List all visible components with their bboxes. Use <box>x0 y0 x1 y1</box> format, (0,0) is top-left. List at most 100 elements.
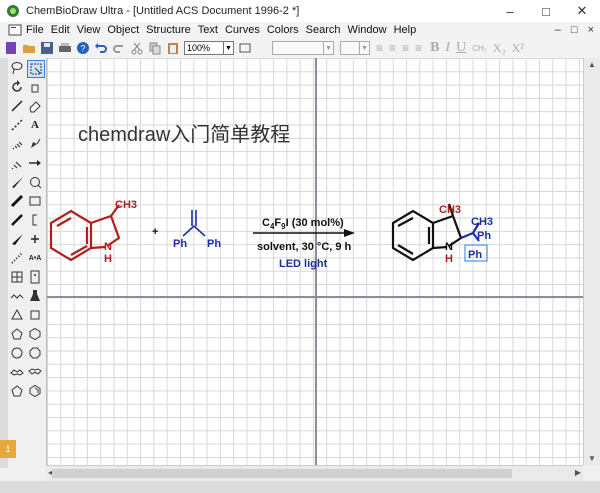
structure-perspective-tool[interactable] <box>27 79 43 95</box>
align-justify-icon[interactable]: ≡ <box>415 41 422 55</box>
benzene-tool[interactable] <box>27 383 43 399</box>
text-tool[interactable]: A <box>27 117 43 133</box>
bond-tool[interactable] <box>9 98 25 114</box>
arrow-tool[interactable] <box>27 155 43 171</box>
pen-tool[interactable] <box>27 136 43 152</box>
template-tool[interactable] <box>27 288 43 304</box>
rotate-tool[interactable] <box>9 79 25 95</box>
cyclobutane-tool[interactable] <box>27 307 43 323</box>
scroll-right-icon[interactable]: ▶ <box>575 468 581 477</box>
chain-tool[interactable] <box>9 288 25 304</box>
taskbar-badge[interactable]: 1 <box>0 440 16 458</box>
table-icon <box>11 271 23 283</box>
menu-text[interactable]: Text <box>198 24 218 36</box>
undo-button[interactable] <box>93 41 108 56</box>
wedge-bond-tool[interactable] <box>9 174 25 190</box>
wavy-bond-tool[interactable] <box>9 212 25 228</box>
scissors-icon <box>131 42 142 55</box>
pentagon-ring-icon <box>11 328 23 340</box>
chair-cyclohexane-tool[interactable] <box>9 364 25 380</box>
reaction-arrow[interactable] <box>253 229 355 237</box>
menu-bar: File Edit View Object Structure Text Cur… <box>0 22 600 38</box>
wedge-tool[interactable] <box>9 231 25 247</box>
italic-button[interactable]: I <box>445 40 450 56</box>
font-size-select[interactable]: ▼ <box>340 41 370 55</box>
align-right-icon[interactable]: ≡ <box>402 41 409 55</box>
copy-button[interactable] <box>147 41 162 56</box>
reaction-scheme[interactable]: CH3 N H + Ph Ph C4F9I (30 mol%) solvent,… <box>47 58 584 465</box>
menu-curves[interactable]: Curves <box>225 24 260 36</box>
eraser-tool[interactable] <box>27 98 43 114</box>
folder-icon <box>22 45 35 53</box>
cyclopentane-tool[interactable] <box>9 326 25 342</box>
reagent-c: C <box>262 217 270 229</box>
save-button[interactable] <box>39 41 54 56</box>
minimize-button[interactable]: – <box>492 0 528 22</box>
redo-button[interactable] <box>111 41 126 56</box>
new-document-button[interactable] <box>3 41 18 56</box>
close-button[interactable]: ✕ <box>564 0 600 22</box>
atom-map-tool[interactable]: A•A <box>27 250 43 266</box>
menu-window[interactable]: Window <box>347 24 386 36</box>
scroll-up-icon[interactable]: ▲ <box>588 60 596 69</box>
cut-button[interactable] <box>129 41 144 56</box>
hand-icon <box>31 84 39 93</box>
hashed-bond-tool[interactable] <box>9 136 25 152</box>
hashed-wedge-tool[interactable] <box>9 155 25 171</box>
bold-bond-tool[interactable] <box>9 193 25 209</box>
menu-colors[interactable]: Colors <box>267 24 299 36</box>
horizontal-scrollbar[interactable]: ◀ ▶ <box>46 465 583 482</box>
subscript-button[interactable]: X₂ <box>493 41 506 56</box>
open-button[interactable] <box>21 41 36 56</box>
zoom-fit-button[interactable] <box>237 41 252 56</box>
document-icon[interactable] <box>8 24 22 36</box>
horizontal-scroll-thumb[interactable] <box>52 469 512 478</box>
doc-minimize-button[interactable]: – <box>555 24 561 36</box>
cyclohexane-tool[interactable] <box>27 326 43 342</box>
lasso-tool[interactable] <box>9 60 25 76</box>
align-left-icon[interactable]: ≡ <box>376 41 383 55</box>
font-select[interactable]: ▼ <box>272 41 334 55</box>
align-center-icon[interactable]: ≡ <box>389 41 396 55</box>
zoom-select[interactable]: 100% ▼ <box>184 41 234 55</box>
query-tool[interactable] <box>9 250 25 266</box>
menu-edit[interactable]: Edit <box>51 24 70 36</box>
chair-cyclohexane-2-tool[interactable] <box>27 364 43 380</box>
doc-close-button[interactable]: × <box>588 24 594 36</box>
chemical-symbols-tool[interactable] <box>27 231 43 247</box>
menu-search[interactable]: Search <box>306 24 341 36</box>
print-button[interactable] <box>57 41 72 56</box>
superscript-button[interactable]: X² <box>512 41 524 56</box>
bold-button[interactable]: B <box>430 40 439 56</box>
product-structure[interactable] <box>391 203 480 262</box>
bracket-tool[interactable] <box>27 212 43 228</box>
hashed-wedge-icon <box>11 161 22 170</box>
drawing-elements-tool[interactable] <box>27 193 43 209</box>
doc-restore-button[interactable]: □ <box>571 24 578 36</box>
cyclopentadiene-tool[interactable] <box>9 383 25 399</box>
vertical-scrollbar[interactable]: ▲ ▼ <box>583 58 600 465</box>
menu-object[interactable]: Object <box>107 24 139 36</box>
cyclopropane-tool[interactable] <box>9 307 25 323</box>
menu-structure[interactable]: Structure <box>146 24 191 36</box>
formula-button[interactable]: CH₂ <box>472 44 487 53</box>
cycloheptane-tool[interactable] <box>9 345 25 361</box>
reactant-diphenylethylene[interactable] <box>182 210 206 237</box>
help-button[interactable]: ? <box>75 41 90 56</box>
scroll-down-icon[interactable]: ▼ <box>588 454 596 463</box>
marquee-tool[interactable] <box>27 60 45 78</box>
chair-alt-icon <box>28 368 42 375</box>
menu-file[interactable]: File <box>26 24 44 36</box>
menu-view[interactable]: View <box>77 24 101 36</box>
tlc-tool[interactable] <box>27 269 43 285</box>
table-tool[interactable] <box>9 269 25 285</box>
dashed-bond-tool[interactable] <box>9 117 25 133</box>
underline-button[interactable]: U <box>456 40 466 56</box>
menu-help[interactable]: Help <box>394 24 417 36</box>
drawing-canvas[interactable]: chemdraw入门简单教程 CH3 N H + Ph Ph C4F9I (30… <box>46 58 584 465</box>
paste-button[interactable] <box>165 41 180 56</box>
maximize-button[interactable]: □ <box>528 0 564 22</box>
product-n-label: N <box>445 241 453 253</box>
orbital-tool[interactable] <box>27 174 43 190</box>
cyclooctane-tool[interactable] <box>27 345 43 361</box>
